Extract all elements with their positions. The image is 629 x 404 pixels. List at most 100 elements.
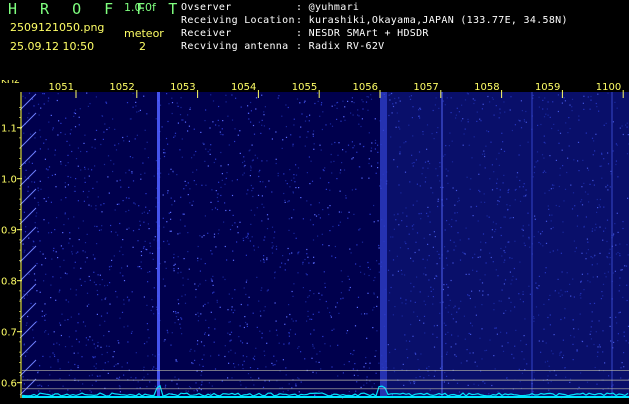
noise-dot bbox=[370, 269, 371, 270]
noise-dot bbox=[317, 236, 318, 237]
noise-dot bbox=[154, 176, 155, 177]
x-tick-label: 1059 bbox=[535, 82, 560, 93]
noise-dot bbox=[208, 334, 209, 335]
noise-dot bbox=[37, 228, 38, 229]
noise-dot bbox=[32, 329, 33, 330]
noise-dot bbox=[126, 229, 127, 230]
noise-dot bbox=[48, 197, 49, 198]
noise-dot bbox=[240, 340, 241, 341]
noise-dot bbox=[107, 352, 108, 353]
noise-dot bbox=[28, 186, 29, 187]
noise-dot bbox=[306, 116, 307, 117]
noise-dot bbox=[348, 145, 349, 146]
noise-dot bbox=[218, 125, 219, 126]
noise-dot bbox=[375, 148, 376, 149]
noise-dot bbox=[199, 235, 200, 236]
noise-dot bbox=[331, 154, 332, 155]
noise-dot bbox=[294, 119, 295, 120]
noise-dot bbox=[187, 251, 188, 252]
noise-dot bbox=[203, 354, 204, 355]
noise-dot bbox=[361, 313, 362, 314]
noise-dot bbox=[321, 295, 322, 296]
noise-dot bbox=[297, 253, 298, 254]
noise-dot bbox=[80, 108, 81, 109]
noise-dot bbox=[313, 136, 314, 137]
noise-dot bbox=[133, 93, 134, 94]
noise-dot bbox=[264, 260, 265, 261]
app-name: H R O F F T bbox=[8, 0, 184, 18]
noise-dot bbox=[326, 301, 327, 302]
noise-dot bbox=[313, 224, 314, 225]
noise-dot bbox=[85, 169, 86, 170]
info-value: : NESDR SMArt + HDSDR bbox=[296, 28, 429, 39]
noise-dot bbox=[205, 109, 206, 110]
noise-dot bbox=[336, 178, 337, 179]
noise-dot bbox=[59, 378, 60, 379]
noise-dot bbox=[175, 264, 176, 265]
noise-dot bbox=[69, 375, 70, 376]
noise-dot bbox=[38, 231, 39, 232]
noise-dot bbox=[76, 339, 77, 340]
noise-dot bbox=[363, 101, 364, 102]
noise-dot bbox=[74, 353, 75, 354]
noise-dot bbox=[342, 298, 343, 299]
noise-dot bbox=[123, 375, 124, 376]
noise-dot bbox=[173, 265, 174, 266]
noise-dot bbox=[349, 361, 350, 362]
noise-dot bbox=[74, 378, 75, 379]
noise-dot bbox=[338, 142, 339, 143]
noise-dot bbox=[211, 312, 212, 313]
noise-dot bbox=[65, 186, 66, 187]
noise-dot bbox=[139, 229, 140, 230]
noise-dot bbox=[88, 191, 89, 192]
noise-dot bbox=[165, 386, 166, 387]
noise-dot bbox=[252, 188, 253, 189]
noise-dot bbox=[91, 205, 92, 206]
noise-dot bbox=[29, 93, 30, 94]
noise-dot bbox=[244, 287, 245, 288]
noise-dot bbox=[145, 207, 146, 208]
noise-dot bbox=[104, 164, 105, 165]
noise-dot bbox=[190, 107, 191, 108]
noise-dot bbox=[328, 214, 329, 215]
noise-dot bbox=[296, 238, 297, 239]
noise-dot bbox=[105, 298, 106, 299]
noise-dot bbox=[232, 180, 233, 181]
noise-dot bbox=[39, 240, 40, 241]
noise-dot bbox=[331, 172, 332, 173]
noise-dot bbox=[246, 255, 247, 256]
noise-dot bbox=[322, 129, 323, 130]
noise-dot bbox=[111, 231, 112, 232]
noise-dot bbox=[340, 172, 341, 173]
noise-dot bbox=[244, 316, 245, 317]
noise-dot bbox=[233, 260, 234, 261]
noise-dot bbox=[336, 102, 337, 103]
noise-dot bbox=[302, 262, 303, 263]
noise-dot bbox=[83, 143, 84, 144]
noise-dot bbox=[211, 278, 212, 279]
noise-dot bbox=[277, 335, 278, 336]
noise-dot bbox=[263, 310, 264, 311]
x-tick-label: 1057 bbox=[413, 82, 438, 93]
noise-dot bbox=[366, 338, 367, 339]
noise-dot bbox=[121, 247, 122, 248]
noise-dot bbox=[164, 152, 165, 153]
noise-dot bbox=[76, 253, 77, 254]
noise-dot bbox=[251, 210, 252, 211]
noise-dot bbox=[113, 163, 114, 164]
noise-dot bbox=[97, 376, 98, 377]
noise-dot bbox=[367, 293, 368, 294]
noise-dot bbox=[122, 137, 123, 138]
noise-dot bbox=[201, 371, 202, 372]
noise-dot bbox=[28, 238, 29, 239]
noise-dot bbox=[299, 136, 300, 137]
noise-dot bbox=[248, 238, 249, 239]
info-row-observer: Ovserver: @yuhmari bbox=[181, 2, 359, 13]
noise-dot bbox=[187, 130, 188, 131]
noise-dot bbox=[99, 284, 100, 285]
noise-dot bbox=[133, 230, 134, 231]
noise-dot bbox=[106, 103, 107, 104]
noise-dot bbox=[42, 93, 43, 94]
noise-dot bbox=[44, 93, 45, 94]
noise-dot bbox=[341, 292, 342, 293]
